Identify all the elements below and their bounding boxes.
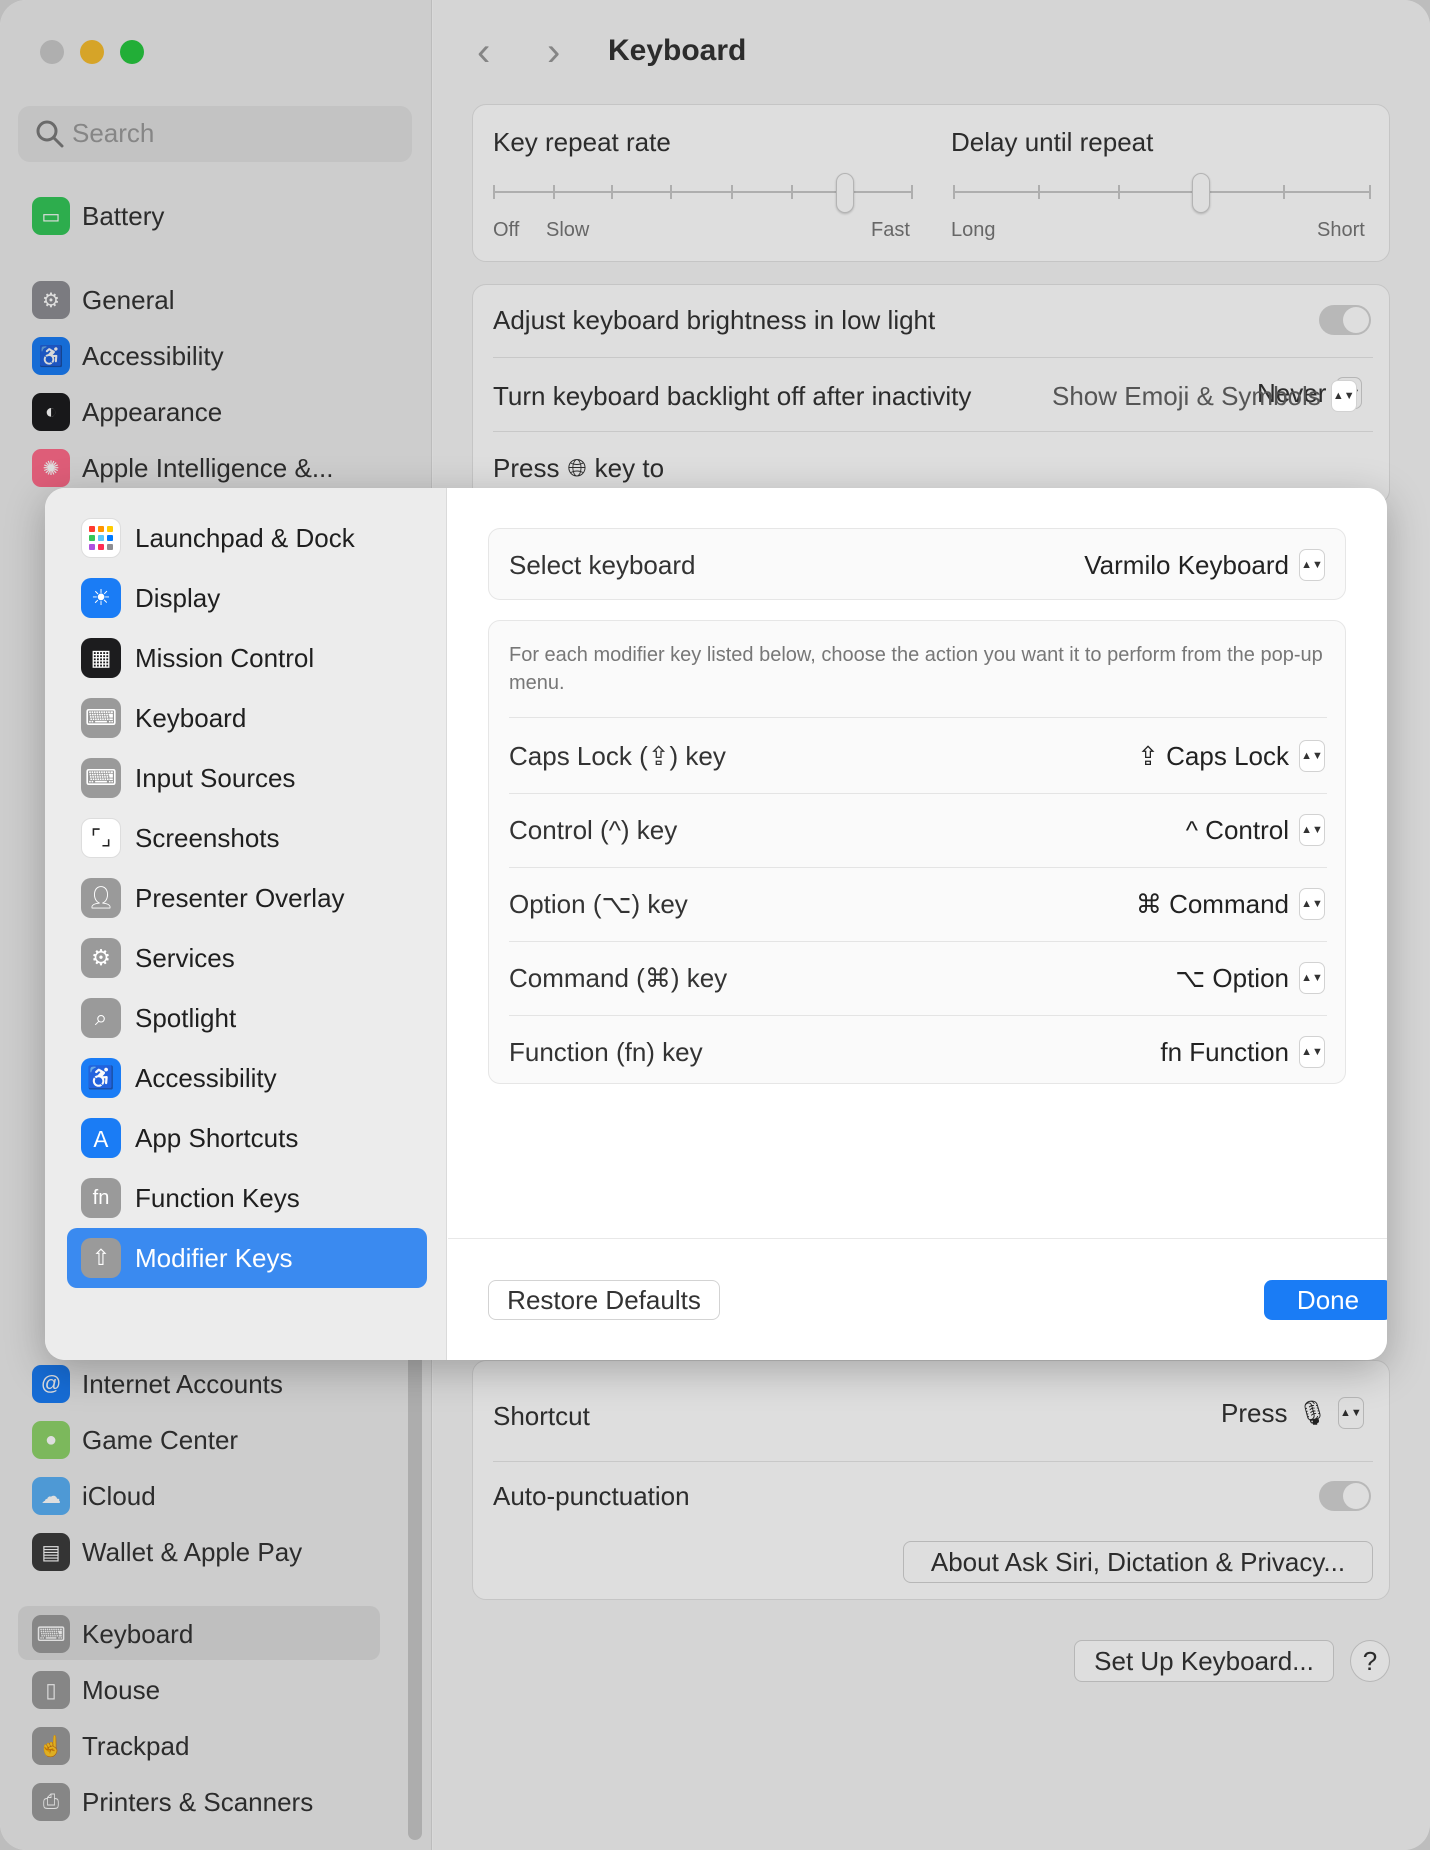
chevron-updown-icon: ▲▼ — [1299, 962, 1325, 994]
modifier-keys-icon: ⇧ — [81, 1238, 121, 1278]
sheet-sidebar: Launchpad & Dock ☀ Display ▦ Mission Con… — [45, 488, 447, 1360]
chevron-updown-icon: ▲▼ — [1299, 888, 1325, 920]
sheet-item-function-keys[interactable]: fn Function Keys — [67, 1168, 427, 1228]
modifier-row-label: Command (⌘) key — [509, 962, 728, 993]
select-keyboard-value: Varmilo Keyboard — [1084, 549, 1289, 580]
sheet-item-label: Display — [135, 582, 221, 613]
sheet-item-app-shortcuts[interactable]: Ａ App Shortcuts — [67, 1108, 427, 1168]
modifier-mapping-card: For each modifier key listed below, choo… — [488, 620, 1346, 1084]
sheet-item-launchpad[interactable]: Launchpad & Dock — [67, 508, 427, 568]
press-key-popup[interactable]: Show Emoji & Symbols ▲▼ — [1052, 380, 1357, 412]
modifier-row-command: Command (⌘) key ⌥ Option ▲▼ — [489, 941, 1345, 1015]
app-shortcuts-icon: Ａ — [81, 1118, 121, 1158]
fn-icon: fn — [81, 1178, 121, 1218]
divider — [509, 717, 1327, 718]
sheet-item-presenter-overlay[interactable]: 👤︎ Presenter Overlay — [67, 868, 427, 928]
modifier-popup-caps-lock[interactable]: ⇪ Caps Lock ▲▼ — [1137, 740, 1325, 772]
modifier-row-function: Function (fn) key fn Function ▲▼ — [489, 1015, 1345, 1089]
select-keyboard-popup[interactable]: Varmilo Keyboard ▲▼ — [1084, 549, 1325, 581]
sheet-item-label: Presenter Overlay — [135, 882, 345, 913]
modifier-popup-option[interactable]: ⌘ Command ▲▼ — [1136, 888, 1325, 920]
accessibility-icon: ♿ — [81, 1058, 121, 1098]
screenshot-icon: ⌜⌟ — [81, 818, 121, 858]
sheet-main: Select keyboard Varmilo Keyboard ▲▼ For … — [448, 488, 1387, 1360]
sheet-item-label: Modifier Keys — [135, 1242, 293, 1273]
sheet-item-label: App Shortcuts — [135, 1122, 299, 1153]
sheet-item-keyboard[interactable]: ⌨ Keyboard — [67, 688, 427, 748]
sheet-item-screenshots[interactable]: ⌜⌟ Screenshots — [67, 808, 427, 868]
press-key-value: Show Emoji & Symbols — [1052, 380, 1321, 411]
sheet-item-input-sources[interactable]: ⌨ Input Sources — [67, 748, 427, 808]
modifier-popup-function[interactable]: fn Function ▲▼ — [1160, 1036, 1325, 1068]
modifier-row-control: Control (^) key ^ Control ▲▼ — [489, 793, 1345, 867]
modifier-row-value: ⌘ Command — [1135, 888, 1289, 919]
modifier-popup-command[interactable]: ⌥ Option ▲▼ — [1175, 962, 1325, 994]
select-keyboard-row: Select keyboard Varmilo Keyboard ▲▼ — [489, 529, 1345, 601]
display-icon: ☀ — [81, 578, 121, 618]
sheet-item-label: Launchpad & Dock — [135, 522, 355, 553]
mission-control-icon: ▦ — [81, 638, 121, 678]
sheet-item-label: Mission Control — [135, 642, 315, 673]
keyboard-icon: ⌨ — [81, 698, 121, 738]
modifier-row-option: Option (⌥) key ⌘ Command ▲▼ — [489, 867, 1345, 941]
launchpad-icon — [81, 518, 121, 558]
modifier-row-label: Caps Lock (⇪) key — [509, 740, 726, 771]
sheet-item-label: Keyboard — [135, 702, 247, 733]
modifier-popup-control[interactable]: ^ Control ▲▼ — [1186, 814, 1325, 846]
sheet-item-display[interactable]: ☀ Display — [67, 568, 427, 628]
chevron-updown-icon: ▲▼ — [1330, 380, 1357, 412]
modifier-row-label: Function (fn) key — [509, 1036, 703, 1067]
restore-defaults-button[interactable]: Restore Defaults — [488, 1280, 720, 1320]
chevron-updown-icon: ▲▼ — [1299, 549, 1325, 581]
sheet-item-services[interactable]: ⚙ Services — [67, 928, 427, 988]
sheet-item-mission-control[interactable]: ▦ Mission Control — [67, 628, 427, 688]
modifier-row-label: Option (⌥) key — [509, 888, 688, 919]
done-button[interactable]: Done — [1264, 1280, 1387, 1320]
select-keyboard-label: Select keyboard — [509, 549, 696, 580]
sheet-item-label: Function Keys — [135, 1182, 300, 1213]
input-sources-icon: ⌨ — [81, 758, 121, 798]
select-keyboard-card: Select keyboard Varmilo Keyboard ▲▼ — [488, 528, 1346, 600]
sheet-item-label: Accessibility — [135, 1062, 277, 1093]
sheet-item-label: Services — [135, 942, 235, 973]
modifier-row-value: ^ Control — [1185, 814, 1289, 845]
sheet-item-accessibility[interactable]: ♿ Accessibility — [67, 1048, 427, 1108]
modifier-row-label: Control (^) key — [509, 814, 678, 845]
services-icon: ⚙ — [81, 938, 121, 978]
modifier-row-value: ⌥ Option — [1175, 962, 1289, 993]
modifier-keys-sheet: Launchpad & Dock ☀ Display ▦ Mission Con… — [45, 488, 1387, 1360]
modifier-row-value: ⇪ Caps Lock — [1137, 740, 1289, 771]
modifier-description: For each modifier key listed below, choo… — [509, 644, 1323, 694]
modifier-row-value: fn Function — [1160, 1036, 1289, 1067]
chevron-updown-icon: ▲▼ — [1299, 740, 1325, 772]
chevron-updown-icon: ▲▼ — [1299, 1036, 1325, 1068]
chevron-updown-icon: ▲▼ — [1299, 814, 1325, 846]
spotlight-icon: ⌕ — [81, 998, 121, 1038]
sheet-item-label: Spotlight — [135, 1002, 237, 1033]
sheet-item-label: Screenshots — [135, 822, 280, 853]
sheet-item-label: Input Sources — [135, 762, 296, 793]
presenter-overlay-icon: 👤︎ — [81, 878, 121, 918]
sheet-item-modifier-keys[interactable]: ⇧ Modifier Keys — [67, 1228, 427, 1288]
sheet-item-spotlight[interactable]: ⌕ Spotlight — [67, 988, 427, 1048]
modifier-row-caps-lock: Caps Lock (⇪) key ⇪ Caps Lock ▲▼ — [489, 719, 1345, 793]
footer-divider — [448, 1238, 1387, 1239]
